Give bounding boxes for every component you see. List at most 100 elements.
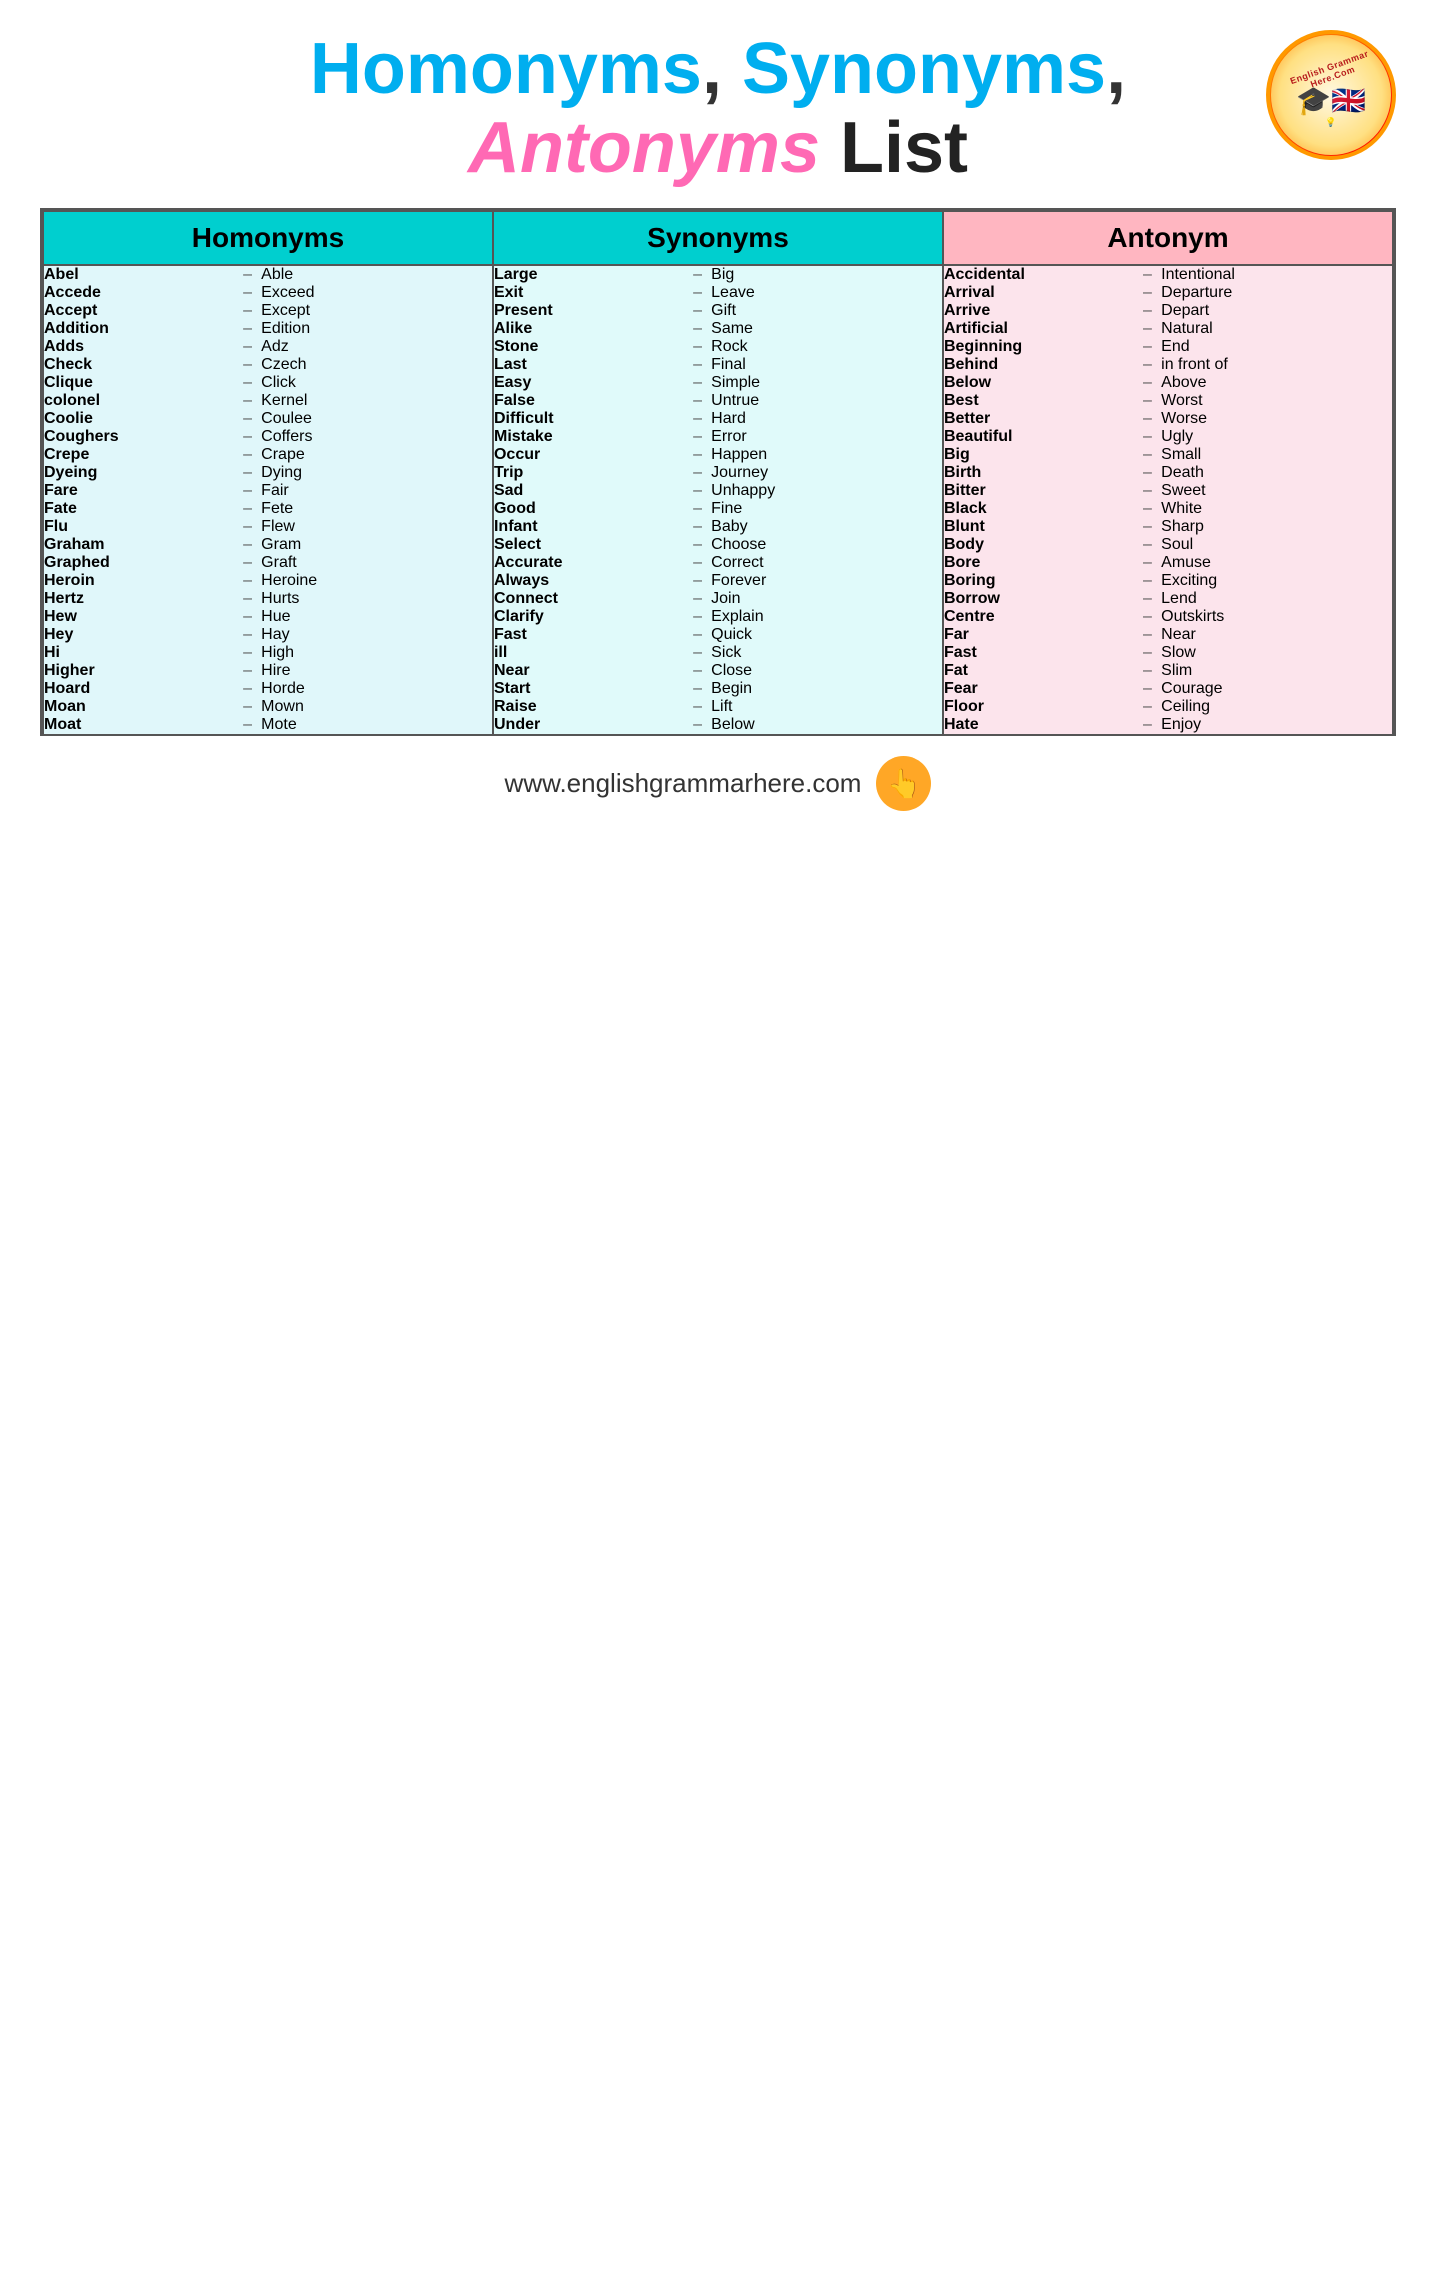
antonym-value: End [1161,338,1393,356]
table-row: Clique – Click Easy – Simple Below – Abo… [43,374,1393,392]
synonym-dash: – [684,662,711,680]
synonym-dash: – [684,284,711,302]
site-logo: English Grammar Here.Com 🎓🇬🇧 💡 [1266,30,1396,160]
table-row: Moat – Mote Under – Below Hate – Enjoy [43,716,1393,734]
homonym-dash: – [234,518,261,536]
synonym-dash: – [684,446,711,464]
logo-inner: English Grammar Here.Com 🎓🇬🇧 💡 [1271,35,1391,155]
antonym-dash: – [1134,716,1161,734]
antonym-value: Intentional [1161,265,1393,284]
synonym-dash: – [684,374,711,392]
synonym-dash: – [684,302,711,320]
antonym-word: Far [943,626,1134,644]
antonym-dash: – [1134,518,1161,536]
homonym-word: Graham [43,536,234,554]
title-synonyms: Synonyms [742,29,1106,109]
table-row: Dyeing – Dying Trip – Journey Birth – De… [43,464,1393,482]
homonym-dash: – [234,265,261,284]
homonym-word: Adds [43,338,234,356]
synonym-dash: – [684,698,711,716]
table-row: Coolie – Coulee Difficult – Hard Better … [43,410,1393,428]
antonym-dash: – [1134,500,1161,518]
antonym-word: Beautiful [943,428,1134,446]
antonym-value: Slow [1161,644,1393,662]
homonym-dash: – [234,608,261,626]
antonym-word: Best [943,392,1134,410]
synonym-word: Connect [493,590,684,608]
table-row: Hoard – Horde Start – Begin Fear – Coura… [43,680,1393,698]
antonym-value: Worst [1161,392,1393,410]
synonym-value: Simple [711,374,943,392]
synonym-value: Join [711,590,943,608]
homonym-value: Dying [261,464,493,482]
synonym-word: Raise [493,698,684,716]
title-list: List [820,108,968,188]
antonym-dash: – [1134,536,1161,554]
antonym-dash: – [1134,662,1161,680]
synonyms-header: Synonyms [493,211,943,265]
homonym-dash: – [234,410,261,428]
page-header: Homonyms, Synonyms, Antonyms List Englis… [40,30,1396,188]
table-row: Accept – Except Present – Gift Arrive – … [43,302,1393,320]
synonym-value: Begin [711,680,943,698]
synonym-word: Under [493,716,684,734]
synonym-word: Accurate [493,554,684,572]
homonym-value: Gram [261,536,493,554]
antonym-dash: – [1134,428,1161,446]
synonym-dash: – [684,392,711,410]
antonym-dash: – [1134,554,1161,572]
homonym-value: Able [261,265,493,284]
synonym-word: Occur [493,446,684,464]
homonym-word: Flu [43,518,234,536]
homonym-word: Hew [43,608,234,626]
antonym-word: Birth [943,464,1134,482]
homonym-dash: – [234,482,261,500]
synonym-word: Always [493,572,684,590]
synonym-dash: – [684,320,711,338]
table-row: Graham – Gram Select – Choose Body – Sou… [43,536,1393,554]
antonym-word: Arrive [943,302,1134,320]
antonyms-header: Antonym [943,211,1393,265]
synonym-dash: – [684,626,711,644]
antonym-dash: – [1134,644,1161,662]
homonym-value: Hue [261,608,493,626]
synonym-word: ill [493,644,684,662]
homonym-word: Hoard [43,680,234,698]
synonym-value: Leave [711,284,943,302]
antonym-word: Bitter [943,482,1134,500]
table-row: Flu – Flew Infant – Baby Blunt – Sharp [43,518,1393,536]
antonym-value: Amuse [1161,554,1393,572]
synonym-value: Baby [711,518,943,536]
synonym-value: Unhappy [711,482,943,500]
antonym-dash: – [1134,356,1161,374]
synonym-dash: – [684,554,711,572]
homonym-word: Addition [43,320,234,338]
homonym-dash: – [234,554,261,572]
homonym-word: Moat [43,716,234,734]
homonym-value: Click [261,374,493,392]
synonym-dash: – [684,518,711,536]
homonym-dash: – [234,698,261,716]
table-row: Hey – Hay Fast – Quick Far – Near [43,626,1393,644]
homonym-value: High [261,644,493,662]
homonym-word: Heroin [43,572,234,590]
synonym-dash: – [684,680,711,698]
homonym-dash: – [234,320,261,338]
homonym-dash: – [234,374,261,392]
synonym-word: Stone [493,338,684,356]
homonym-word: Fare [43,482,234,500]
homonym-word: Abel [43,265,234,284]
antonym-word: Fast [943,644,1134,662]
antonym-value: Above [1161,374,1393,392]
synonym-word: False [493,392,684,410]
homonym-dash: – [234,302,261,320]
footer-url: www.englishgrammarhere.com [505,768,862,799]
synonym-word: Last [493,356,684,374]
antonym-value: Outskirts [1161,608,1393,626]
synonym-word: Infant [493,518,684,536]
antonym-word: Borrow [943,590,1134,608]
homonym-dash: – [234,464,261,482]
synonym-word: Near [493,662,684,680]
title-homonyms: Homonyms [310,29,702,109]
homonym-dash: – [234,662,261,680]
